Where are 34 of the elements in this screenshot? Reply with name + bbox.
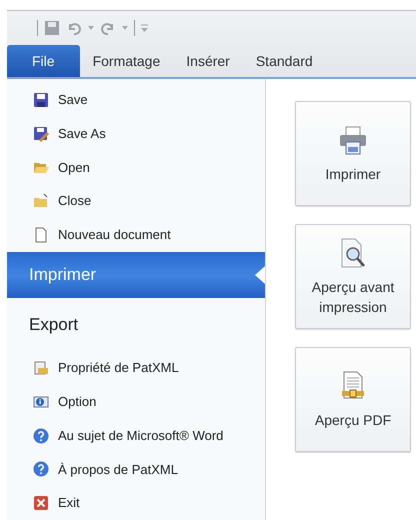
customize-toolbar-icon[interactable] bbox=[141, 24, 148, 32]
menu-item[interactable]: À propos de PatXML bbox=[7, 452, 265, 486]
ribbon-tab[interactable]: File bbox=[7, 45, 80, 77]
redo-icon[interactable] bbox=[100, 20, 116, 36]
dropdown-arrow-icon[interactable] bbox=[122, 26, 128, 30]
menu-section-tab[interactable]: Export bbox=[7, 302, 265, 348]
print-option-button[interactable]: Imprimer bbox=[295, 101, 411, 206]
menu-item[interactable]: Exit bbox=[7, 486, 265, 520]
menu-item[interactable]: Propriété de PatXML bbox=[7, 351, 265, 385]
menu-section-tab[interactable]: Imprimer bbox=[7, 252, 265, 298]
save-icon[interactable] bbox=[44, 20, 60, 36]
close-icon bbox=[33, 495, 49, 512]
dropdown-arrow-icon[interactable] bbox=[88, 26, 94, 30]
print-option-button[interactable]: Aperçu PDF bbox=[295, 347, 411, 452]
print-option-button[interactable]: Aperçu avant impression bbox=[295, 224, 411, 329]
document-icon bbox=[33, 226, 49, 243]
info-icon bbox=[33, 394, 49, 410]
folder-icon bbox=[33, 193, 49, 210]
ribbon-tab[interactable]: Standard bbox=[246, 45, 322, 77]
floppy-pencil-icon bbox=[33, 126, 49, 142]
help-icon bbox=[33, 461, 49, 478]
undo-icon[interactable] bbox=[66, 20, 82, 36]
menu-item[interactable]: Save bbox=[7, 83, 265, 117]
ribbon-tab[interactable]: Formatage bbox=[84, 45, 170, 77]
ribbon-tab[interactable]: Insérer bbox=[177, 45, 239, 77]
menu-item[interactable]: Close bbox=[7, 184, 265, 218]
menu-item[interactable]: Option bbox=[7, 384, 265, 419]
document-folder-icon bbox=[33, 360, 49, 376]
menu-item[interactable]: Au sujet de Microsoft® Word bbox=[7, 418, 265, 452]
menu-item[interactable]: Open bbox=[7, 150, 265, 184]
help-icon bbox=[33, 428, 49, 444]
menu-item[interactable]: Save As bbox=[7, 116, 265, 151]
menu-item[interactable]: Nouveau document bbox=[7, 218, 265, 252]
printer-icon bbox=[337, 124, 369, 156]
